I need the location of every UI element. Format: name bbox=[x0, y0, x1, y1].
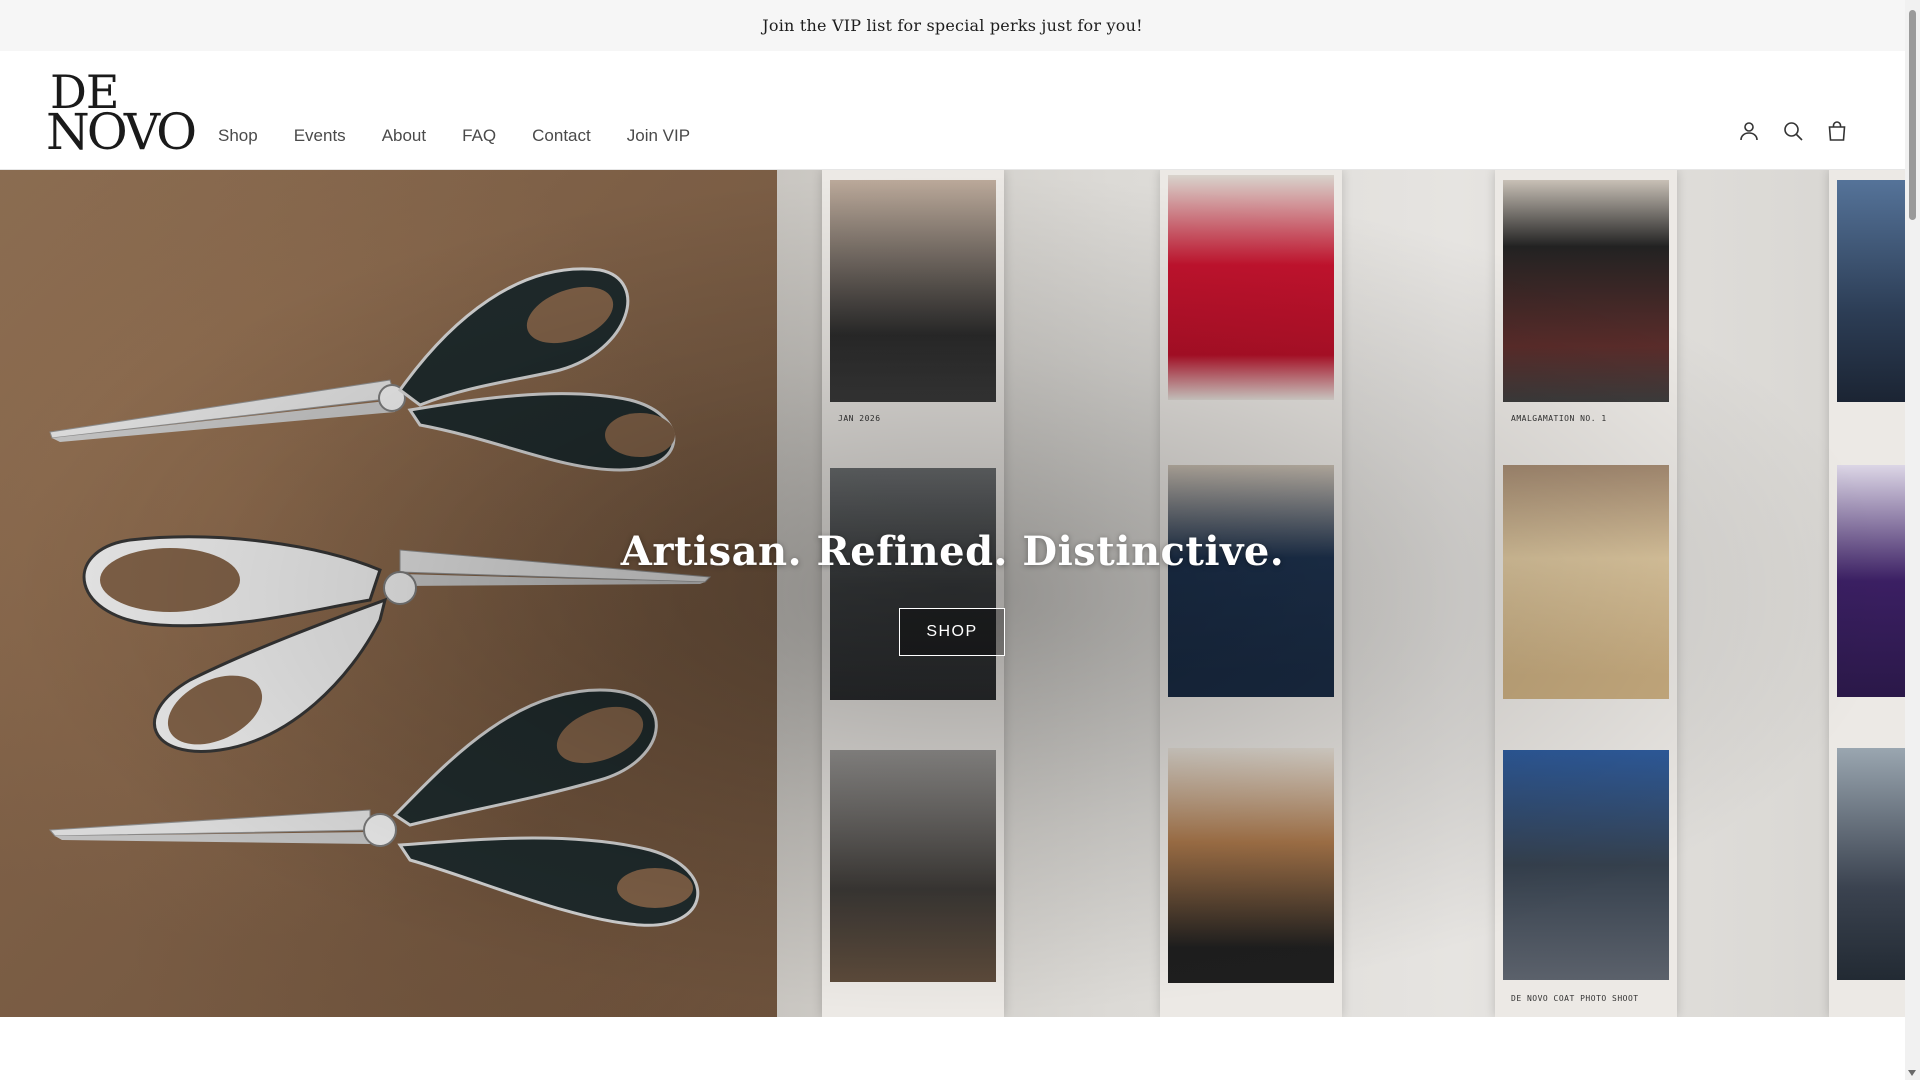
nav-item-about[interactable]: About bbox=[382, 125, 426, 147]
scrollbar-thumb[interactable] bbox=[1909, 10, 1916, 220]
nav-item-contact[interactable]: Contact bbox=[532, 125, 591, 147]
photo-caption: AMALGAMATION NO. 1 bbox=[1511, 414, 1607, 423]
search-icon[interactable] bbox=[1781, 119, 1805, 143]
logo[interactable]: DE NOVO bbox=[46, 69, 197, 157]
nav-item-shop[interactable]: Shop bbox=[218, 125, 258, 147]
photo-woman-navy-trench bbox=[1168, 465, 1334, 697]
photo-strip bbox=[1829, 170, 1905, 1017]
photo-strip: AMALGAMATION NO. 1 DE NOVO COAT PHOTO SH… bbox=[1495, 170, 1677, 1017]
nav-item-faq[interactable]: FAQ bbox=[462, 125, 496, 147]
hero-image-photo-wall: JAN 2026 AMALGAMATION NO. 1 DE NOVO COAT… bbox=[777, 170, 1905, 1017]
photo-woman-cream-coat bbox=[1503, 465, 1669, 699]
photo-coat-on-hanger bbox=[1503, 180, 1669, 402]
photo-strip bbox=[1160, 170, 1342, 1017]
hero-image-scissors bbox=[0, 170, 777, 1017]
photo-caption: JAN 2026 bbox=[838, 414, 881, 423]
nav-item-events[interactable]: Events bbox=[294, 125, 346, 147]
photo-woman-vest-buildings bbox=[1503, 750, 1669, 980]
photo-woman-grey-coat bbox=[1837, 748, 1905, 980]
announcement-bar[interactable]: Join the VIP list for special perks just… bbox=[0, 0, 1905, 51]
photo-woman-purple-coat bbox=[1837, 465, 1905, 697]
cart-bag-icon[interactable] bbox=[1825, 119, 1849, 143]
photo-woman-dark-coat bbox=[830, 468, 996, 700]
photo-woman-stairs bbox=[1837, 180, 1905, 402]
account-icon[interactable] bbox=[1737, 119, 1761, 143]
hero-heading: Artisan. Refined. Distinctive. bbox=[620, 528, 1285, 575]
hero-banner: JAN 2026 AMALGAMATION NO. 1 DE NOVO COAT… bbox=[0, 170, 1905, 1017]
photo-strip: JAN 2026 bbox=[822, 170, 1004, 1017]
scroll-down-arrow-icon[interactable] bbox=[1908, 1070, 1916, 1076]
page-scrollbar[interactable] bbox=[1905, 0, 1920, 1080]
scissors-illustration bbox=[48, 267, 712, 927]
photo-caption: DE NOVO COAT PHOTO SHOOT bbox=[1511, 994, 1639, 1003]
site-header: DE NOVO Shop Events About FAQ Contact Jo… bbox=[0, 51, 1905, 170]
photo-woman-wrap-coat bbox=[830, 750, 996, 982]
header-icons bbox=[1737, 119, 1849, 143]
nav-item-join-vip[interactable]: Join VIP bbox=[627, 125, 690, 147]
shop-button[interactable]: SHOP bbox=[899, 608, 1005, 656]
main-nav: Shop Events About FAQ Contact Join VIP bbox=[218, 125, 726, 147]
logo-line-2: NOVO bbox=[46, 103, 197, 161]
photo-woman-black-jacket bbox=[830, 180, 996, 402]
photo-woman-red-coat bbox=[1168, 175, 1334, 400]
photo-woman-camel-coat bbox=[1168, 748, 1334, 983]
announcement-text[interactable]: Join the VIP list for special perks just… bbox=[762, 16, 1142, 35]
